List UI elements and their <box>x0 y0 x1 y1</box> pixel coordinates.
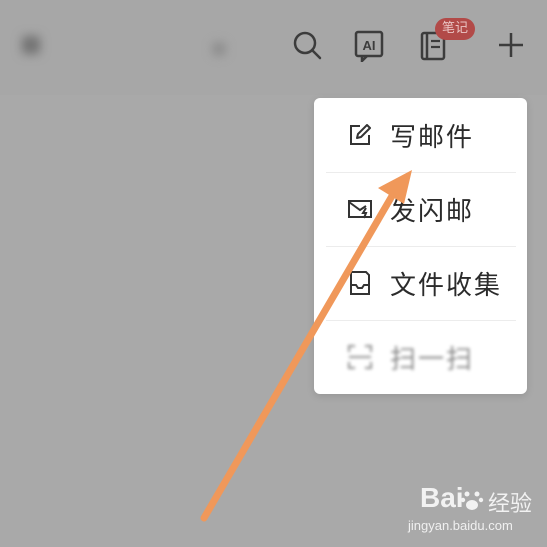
blurred-title <box>22 24 222 68</box>
menu-icon <box>22 36 40 54</box>
search-icon[interactable] <box>290 28 324 62</box>
scan-icon <box>346 343 374 371</box>
edit-icon <box>346 121 374 149</box>
notes-badge: 笔记 <box>435 18 475 40</box>
paw-icon <box>460 488 484 512</box>
menu-item-write-mail[interactable]: 写邮件 <box>314 98 527 172</box>
menu-item-flash-mail[interactable]: 发闪邮 <box>314 172 527 246</box>
menu-item-label: 发闪邮 <box>390 191 474 228</box>
menu-item-label: 写邮件 <box>390 117 474 154</box>
menu-item-label: 文件收集 <box>390 265 502 302</box>
watermark-url: jingyan.baidu.com <box>408 518 513 533</box>
watermark-brand: 经验 <box>488 486 532 518</box>
menu-item-file-collect[interactable]: 文件收集 <box>314 246 527 320</box>
menu-item-scan[interactable]: 扫一扫 <box>314 320 527 394</box>
top-bar: AI 笔记 <box>0 0 547 95</box>
dropdown-icon <box>212 42 226 56</box>
ai-icon[interactable]: AI <box>352 28 386 62</box>
plus-icon[interactable] <box>494 28 528 62</box>
watermark-logo: Bai <box>420 482 464 514</box>
menu-item-label: 扫一扫 <box>390 339 474 376</box>
svg-text:AI: AI <box>363 38 376 53</box>
dropdown-menu: 写邮件 发闪邮 文件收集 扫一扫 <box>314 98 527 394</box>
flash-mail-icon <box>346 195 374 223</box>
file-collect-icon <box>346 269 374 297</box>
watermark: Bai 经验 jingyan.baidu.com <box>408 482 540 542</box>
